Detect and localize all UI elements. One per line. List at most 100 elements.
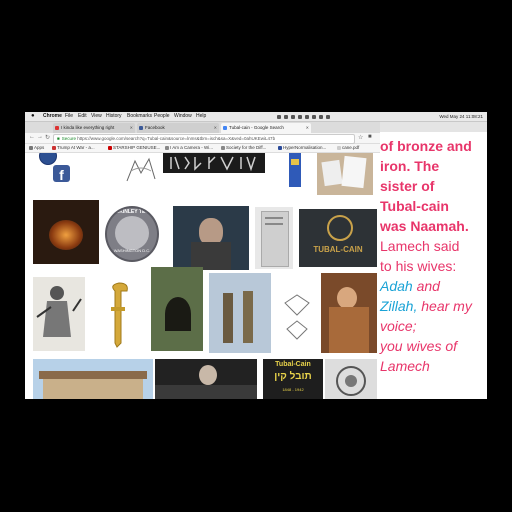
bluetooth-icon[interactable] <box>298 115 302 119</box>
bookmark-favicon <box>278 145 282 150</box>
tab-facebook[interactable]: Facebook ✕ <box>137 123 219 133</box>
document-toolbar <box>380 122 487 132</box>
image-result-runic-script[interactable] <box>163 153 265 173</box>
armor-shape <box>191 242 231 270</box>
image-result-building[interactable] <box>33 359 153 399</box>
image-result-diagram[interactable] <box>277 273 321 353</box>
wifi-icon[interactable] <box>305 115 309 119</box>
bookmark-label: STARSHIP GENIUSE... <box>113 145 161 150</box>
image-result-gold-pin[interactable] <box>99 277 137 351</box>
tab-i-kinda-like[interactable]: I kinda like everything right ✕ <box>53 123 135 133</box>
menu-file[interactable]: File <box>65 112 73 121</box>
image-result-film-still[interactable] <box>155 359 257 399</box>
menu-bookmarks[interactable]: Bookmarks <box>127 112 152 121</box>
face-shape <box>199 365 217 385</box>
image-result-documents[interactable] <box>317 153 373 195</box>
image-result-warrior-film[interactable] <box>173 206 249 270</box>
figure-shape <box>223 293 233 343</box>
record-icon[interactable] <box>291 115 295 119</box>
dropbox-icon[interactable] <box>277 115 281 119</box>
image-result-hebrew-card[interactable]: Tubal-Cain תובל קין 1848 - 1942 <box>263 359 323 399</box>
tab-close-icon[interactable]: ✕ <box>214 123 217 133</box>
address-bar[interactable]: ■ Secure https://www.google.com/search?q=… <box>53 134 355 144</box>
verse-line: Tubal-cain <box>380 198 449 214</box>
menu-edit[interactable]: Edit <box>78 112 87 121</box>
gold-pin-icon <box>111 282 128 348</box>
image-result-engraving[interactable] <box>33 277 85 351</box>
image-result-blue-banner[interactable] <box>275 153 315 195</box>
menu-window[interactable]: Window <box>174 112 192 121</box>
line-drawing-icon <box>126 157 156 182</box>
building-shape <box>43 377 143 399</box>
verse-line: to his wives: <box>380 258 457 274</box>
image-result-painting[interactable] <box>321 273 377 353</box>
verse-word: and <box>412 278 440 294</box>
star-icon[interactable]: ☆ <box>358 134 363 141</box>
bookmark-cane-pdf[interactable]: cane.pdf <box>337 144 359 152</box>
name-adah: Adah <box>380 278 413 294</box>
reload-icon[interactable]: ↻ <box>45 134 50 141</box>
fire-glow <box>49 220 83 250</box>
image-result-logo-seal[interactable]: f <box>33 153 103 186</box>
image-result-sketch[interactable] <box>123 153 159 186</box>
tab-close-icon[interactable]: ✕ <box>130 123 133 133</box>
image-result-ornament[interactable] <box>325 359 377 399</box>
crowd-shape <box>155 385 257 399</box>
image-result-mckinley-tech-seal[interactable]: MCKINLEY TECH WASHINGTON D.C. <box>105 206 159 262</box>
tab-label: Tubal-cain - Google Search <box>229 125 284 130</box>
logo-text: TUBAL-CAIN <box>313 245 363 254</box>
image-result-device[interactable] <box>255 207 293 269</box>
face-shape <box>337 287 357 309</box>
apps-icon <box>29 145 33 150</box>
bookmark-trump-at-war[interactable]: Trump At War - a... <box>52 144 95 152</box>
tab-close-icon[interactable]: ✕ <box>306 123 309 133</box>
menu-view[interactable]: View <box>91 112 102 121</box>
image-results-grid: f MCKINLEY TECH WASHINGTON D.C. TUBAL-CA… <box>25 153 380 399</box>
forward-arrow-icon[interactable]: → <box>37 134 43 140</box>
secure-label: Secure <box>61 136 76 141</box>
menu-people[interactable]: People <box>154 112 170 121</box>
roof-shape <box>39 371 147 379</box>
diagram-sketch-icon <box>284 294 310 340</box>
figure-shape <box>243 291 253 343</box>
sync-icon[interactable] <box>284 115 288 119</box>
flag-icon[interactable] <box>326 115 330 119</box>
bookmark-label: I Am a Camera - Wi... <box>170 145 214 150</box>
facebook-icon: f <box>53 165 70 183</box>
volume-icon[interactable] <box>312 115 316 119</box>
ornament-icon <box>336 366 366 396</box>
google-favicon <box>223 126 227 130</box>
image-result-forge-painting[interactable] <box>33 200 99 264</box>
device-line <box>265 217 283 219</box>
image-result-cave[interactable] <box>151 267 203 351</box>
bookmark-i-am-a-camera[interactable]: I Am a Camera - Wi... <box>165 144 213 152</box>
menubar-clock[interactable]: Wed May 24 11:08:21 <box>439 112 483 121</box>
verse-line: you wives of <box>380 338 458 354</box>
bookmark-society[interactable]: Society for the Diff... <box>221 144 266 152</box>
engraving-figure-icon <box>36 286 82 337</box>
cave-opening <box>165 297 191 331</box>
menu-help[interactable]: Help <box>196 112 206 121</box>
card-hebrew: תובל קין <box>274 371 312 382</box>
verse-line: voice; <box>380 318 417 334</box>
extension-icon[interactable]: ■ <box>368 134 372 140</box>
verse-line: Adah and <box>380 276 487 296</box>
tab-tubal-cain-search[interactable]: Tubal-cain - Google Search ✕ <box>221 123 311 133</box>
image-result-figures[interactable] <box>209 273 271 353</box>
seal-center <box>115 216 149 250</box>
menu-history[interactable]: History <box>106 112 122 121</box>
paper-icon <box>321 159 343 187</box>
menu-chrome[interactable]: Chrome <box>43 112 62 121</box>
verse-line: Lamech said <box>380 238 460 254</box>
battery-icon[interactable] <box>319 115 323 119</box>
image-result-tubal-cain-logo[interactable]: TUBAL-CAIN <box>299 209 377 267</box>
bookmark-hypernormalisation[interactable]: HyperNormalisation... <box>278 144 326 152</box>
device-shape <box>261 211 289 267</box>
bookmark-starship[interactable]: STARSHIP GENIUSE... <box>108 144 160 152</box>
robe-shape <box>329 307 369 353</box>
back-arrow-icon[interactable]: ← <box>29 134 35 140</box>
apple-menu-icon[interactable]: ● <box>31 112 35 121</box>
bookmark-apps[interactable]: Apps <box>29 144 44 152</box>
verse-line: sister of <box>380 178 435 194</box>
bookmark-label: Apps <box>34 145 45 150</box>
